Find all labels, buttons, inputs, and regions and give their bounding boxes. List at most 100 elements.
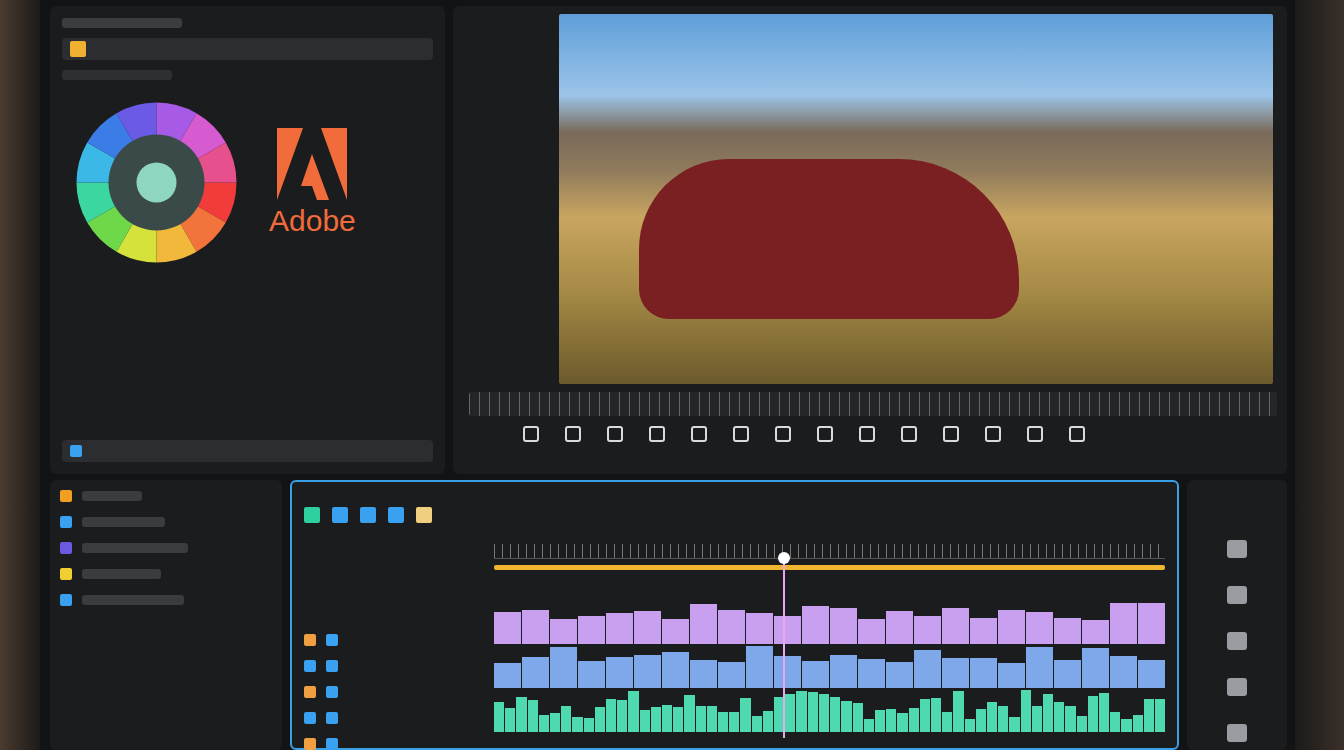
clip[interactable] — [886, 662, 913, 688]
timeline-tool-icon[interactable] — [332, 507, 348, 523]
track-eye-icon[interactable] — [326, 738, 338, 750]
clip[interactable] — [830, 697, 840, 732]
layer-row[interactable] — [60, 568, 272, 580]
side-tool-icon[interactable] — [1227, 586, 1247, 604]
clip[interactable] — [914, 650, 941, 688]
clip[interactable] — [886, 709, 896, 732]
clip[interactable] — [858, 659, 885, 688]
layer-row[interactable] — [60, 594, 272, 606]
timeline-tool-icon[interactable] — [416, 507, 432, 523]
video-track[interactable] — [494, 646, 1165, 688]
clip[interactable] — [561, 706, 571, 732]
clip[interactable] — [841, 701, 851, 732]
track-lock-icon[interactable] — [304, 660, 316, 672]
layer-row[interactable] — [60, 516, 272, 528]
clip[interactable] — [617, 700, 627, 732]
clip[interactable] — [640, 710, 650, 732]
track-header[interactable] — [304, 712, 484, 724]
side-tool-icon[interactable] — [1227, 632, 1247, 650]
tool-icon[interactable] — [775, 426, 791, 442]
track-lock-icon[interactable] — [304, 634, 316, 646]
clip[interactable] — [1110, 656, 1137, 688]
track-header[interactable] — [304, 686, 484, 698]
clip[interactable] — [965, 719, 975, 732]
tool-icon[interactable] — [901, 426, 917, 442]
tool-icon[interactable] — [859, 426, 875, 442]
tool-icon[interactable] — [1069, 426, 1085, 442]
tool-icon[interactable] — [1027, 426, 1043, 442]
clip[interactable] — [578, 616, 605, 644]
clip[interactable] — [796, 691, 806, 732]
clip[interactable] — [1043, 694, 1053, 732]
tool-icon[interactable] — [943, 426, 959, 442]
tool-icon[interactable] — [565, 426, 581, 442]
clip[interactable] — [819, 694, 829, 732]
work-area-bar[interactable] — [494, 565, 1165, 570]
playhead[interactable] — [783, 558, 785, 738]
clip[interactable] — [539, 715, 549, 732]
clip[interactable] — [931, 698, 941, 732]
tool-icon[interactable] — [985, 426, 1001, 442]
clip[interactable] — [853, 703, 863, 732]
clip[interactable] — [1032, 706, 1042, 732]
clip[interactable] — [1082, 620, 1109, 644]
clip[interactable] — [1099, 693, 1109, 732]
clip[interactable] — [998, 706, 1008, 732]
clip[interactable] — [864, 719, 874, 732]
clip[interactable] — [606, 613, 633, 644]
clip[interactable] — [774, 656, 801, 688]
clip[interactable] — [953, 691, 963, 732]
clip[interactable] — [550, 713, 560, 732]
clip[interactable] — [970, 618, 997, 644]
clip[interactable] — [746, 613, 773, 644]
clip[interactable] — [1144, 699, 1154, 732]
clip[interactable] — [1077, 716, 1087, 732]
color-swatch-icon[interactable] — [70, 41, 86, 57]
clip[interactable] — [595, 707, 605, 732]
clip[interactable] — [718, 610, 745, 644]
track-lock-icon[interactable] — [304, 712, 316, 724]
clip[interactable] — [634, 611, 661, 644]
clip[interactable] — [1021, 690, 1031, 732]
clip[interactable] — [746, 646, 773, 688]
clip[interactable] — [684, 695, 694, 732]
clip[interactable] — [494, 702, 504, 732]
clip[interactable] — [522, 610, 549, 644]
clip[interactable] — [763, 711, 773, 732]
clip[interactable] — [662, 619, 689, 644]
clip[interactable] — [752, 716, 762, 732]
clip[interactable] — [1133, 715, 1143, 732]
clip[interactable] — [897, 713, 907, 732]
clip[interactable] — [1138, 603, 1165, 644]
clip[interactable] — [1009, 717, 1019, 732]
track-header[interactable] — [304, 738, 484, 750]
track-eye-icon[interactable] — [326, 686, 338, 698]
clip[interactable] — [858, 619, 885, 644]
clip[interactable] — [909, 708, 919, 732]
clip[interactable] — [572, 717, 582, 732]
clip[interactable] — [1138, 660, 1165, 688]
clip[interactable] — [774, 616, 801, 644]
clip[interactable] — [1054, 660, 1081, 688]
color-wheel-icon[interactable] — [74, 100, 239, 265]
side-tool-icon[interactable] — [1227, 678, 1247, 696]
track-eye-icon[interactable] — [326, 660, 338, 672]
track-eye-icon[interactable] — [326, 712, 338, 724]
clip[interactable] — [875, 710, 885, 732]
clip[interactable] — [1088, 696, 1098, 732]
clip[interactable] — [673, 707, 683, 733]
clip[interactable] — [1082, 648, 1109, 688]
track-lock-icon[interactable] — [304, 738, 316, 750]
timeline-tool-icon[interactable] — [304, 507, 320, 523]
clip[interactable] — [718, 712, 728, 732]
search-field[interactable] — [62, 38, 433, 60]
clip[interactable] — [987, 702, 997, 732]
clip[interactable] — [976, 709, 986, 732]
clip[interactable] — [628, 691, 638, 732]
clip[interactable] — [1110, 712, 1120, 732]
timeline-tool-icon[interactable] — [360, 507, 376, 523]
clip[interactable] — [785, 694, 795, 732]
clip[interactable] — [494, 612, 521, 644]
clip[interactable] — [606, 657, 633, 688]
clip[interactable] — [606, 699, 616, 732]
